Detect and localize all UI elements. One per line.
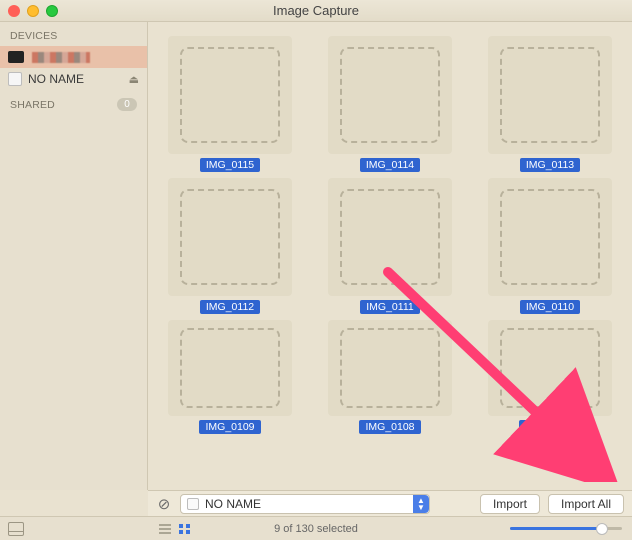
sidebar: DEVICES NO NAME ⏏ SHARED 0: [0, 22, 148, 490]
window-title: Image Capture: [273, 3, 359, 18]
filename-label: IMG_0108: [359, 420, 420, 434]
grid-cell[interactable]: IMG_0113: [480, 36, 620, 172]
thumbnail-placeholder: [328, 178, 452, 296]
grid-cell[interactable]: IMG_0108: [320, 320, 460, 434]
thumbnail-grid: IMG_0115 IMG_0114 IMG_0113 IMG_0112 IMG_…: [148, 22, 632, 490]
main-content: IMG_0115 IMG_0114 IMG_0113 IMG_0112 IMG_…: [148, 22, 632, 490]
filename-label: IMG_0114: [360, 158, 420, 172]
dropdown-stepper-icon: ▲▼: [413, 495, 429, 513]
sd-card-icon: [8, 72, 22, 86]
filename-label: IMG_0112: [200, 300, 260, 314]
grid-cell[interactable]: IMG_0110: [480, 178, 620, 314]
grid-cell[interactable]: IMG_0111: [320, 178, 460, 314]
window-controls: [8, 5, 58, 17]
grid-cell[interactable]: IMG_0115: [160, 36, 300, 172]
thumbnail-placeholder: [328, 320, 452, 416]
sd-card-icon: [187, 498, 199, 510]
destination-label: NO NAME: [205, 497, 261, 511]
minimize-button[interactable]: [27, 5, 39, 17]
grid-view-button[interactable]: [176, 521, 194, 537]
sidebar-toggle-button[interactable]: [8, 522, 24, 536]
thumbnail-placeholder: [488, 36, 612, 154]
list-view-button[interactable]: [156, 521, 174, 537]
thumbnail-placeholder: [328, 36, 452, 154]
thumbnail-placeholder: [168, 178, 292, 296]
import-toolbar: ⊘ NO NAME ▲▼ Import Import All: [148, 490, 632, 516]
import-destination-select[interactable]: NO NAME ▲▼: [180, 494, 430, 514]
thumbnail-placeholder: [168, 320, 292, 416]
import-button[interactable]: Import: [480, 494, 540, 514]
grid-cell[interactable]: IMG_0107: [480, 320, 620, 434]
phone-icon: [8, 51, 24, 63]
import-all-button[interactable]: Import All: [548, 494, 624, 514]
sidebar-heading-devices: DEVICES: [0, 28, 147, 46]
filename-label: IMG_0115: [200, 158, 260, 172]
filename-label: IMG_0109: [199, 420, 260, 434]
filename-label: IMG_0111: [360, 300, 419, 314]
sidebar-heading-shared: SHARED 0: [0, 96, 147, 115]
window-titlebar: Image Capture: [0, 0, 632, 22]
shared-count-badge: 0: [117, 98, 137, 111]
thumbnail-size-slider[interactable]: [510, 522, 622, 536]
thumbnail-placeholder: [488, 178, 612, 296]
filename-label: IMG_0107: [519, 420, 580, 434]
close-button[interactable]: [8, 5, 20, 17]
zoom-button[interactable]: [46, 5, 58, 17]
filename-label: IMG_0110: [520, 300, 580, 314]
thumbnail-placeholder: [168, 36, 292, 154]
device-name-redacted: [32, 52, 90, 63]
status-bar: 9 of 130 selected: [0, 516, 632, 540]
view-mode-switcher: [156, 521, 194, 537]
grid-cell[interactable]: IMG_0109: [160, 320, 300, 434]
grid-cell[interactable]: IMG_0114: [320, 36, 460, 172]
thumbnail-placeholder: [488, 320, 612, 416]
selection-status: 9 of 130 selected: [274, 523, 358, 535]
sidebar-device-phone[interactable]: [0, 46, 147, 68]
delete-after-import-icon[interactable]: ⊘: [156, 496, 172, 512]
filename-label: IMG_0113: [520, 158, 580, 172]
eject-icon[interactable]: ⏏: [129, 73, 139, 86]
sidebar-item-label: NO NAME: [28, 72, 84, 86]
sidebar-device-sdcard[interactable]: NO NAME ⏏: [0, 68, 147, 90]
grid-cell[interactable]: IMG_0112: [160, 178, 300, 314]
